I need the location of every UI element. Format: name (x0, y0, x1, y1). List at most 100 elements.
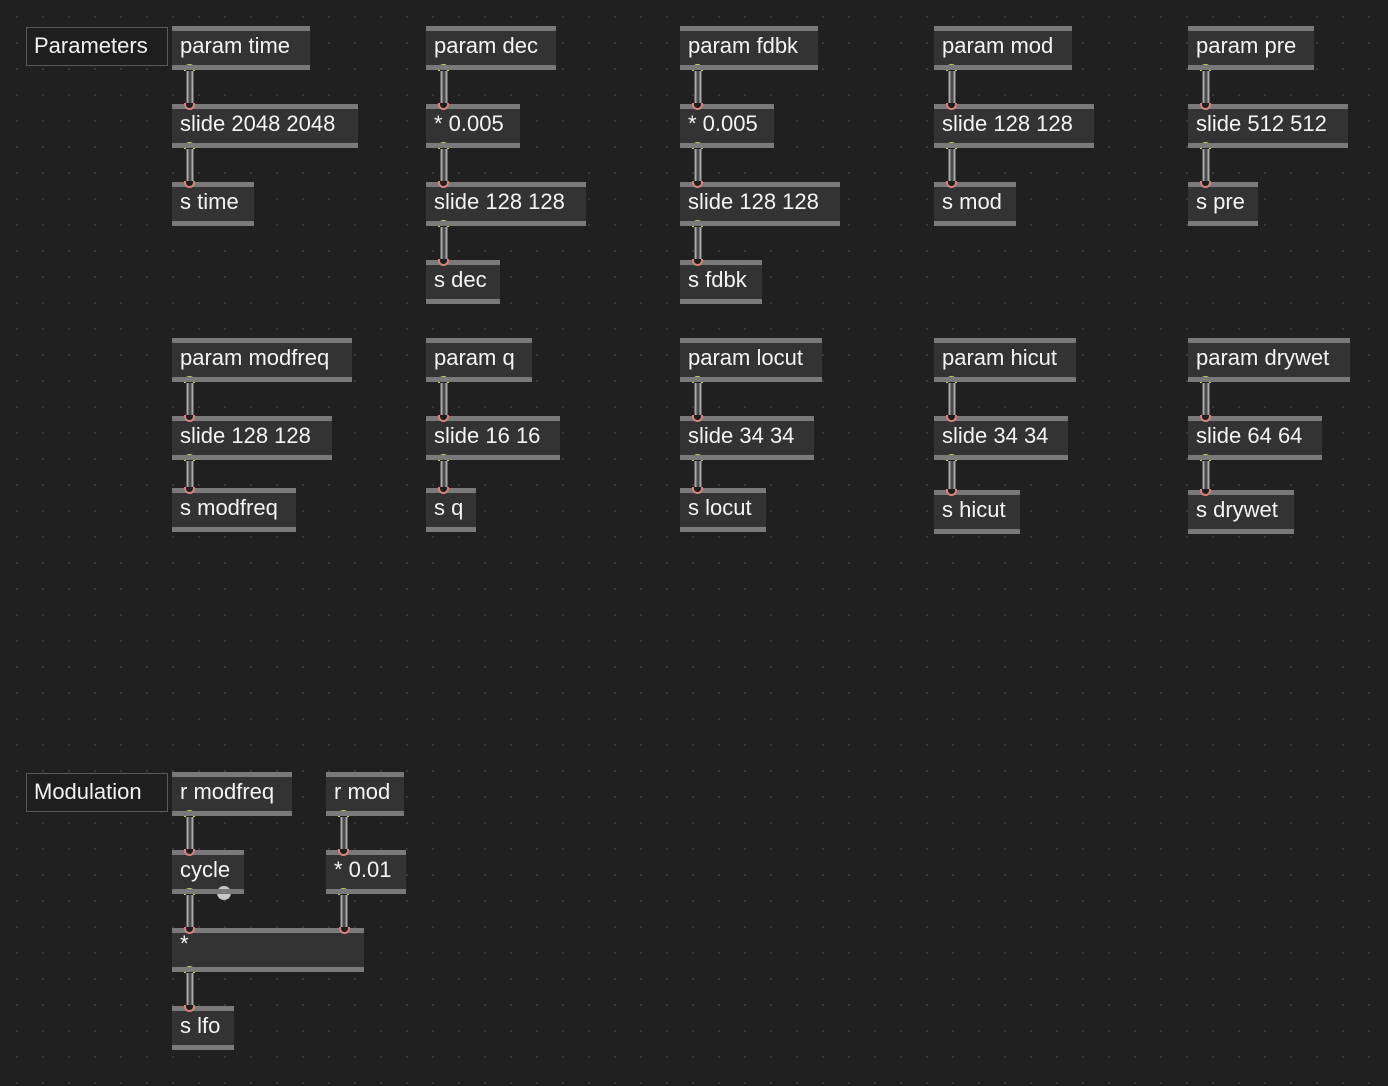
outlet-port[interactable] (438, 220, 449, 227)
slide-modfreq-object[interactable]: slide 128 128 (172, 415, 332, 461)
object-label: * 0.01 (334, 857, 392, 882)
object-label: s locut (688, 495, 752, 520)
inlet-port[interactable] (184, 103, 195, 110)
modulation-comment[interactable]: Modulation (26, 773, 168, 812)
param-mod-object[interactable]: param mod (934, 26, 1072, 71)
inlet-port[interactable] (946, 103, 957, 110)
outlet-port[interactable] (184, 454, 195, 461)
signal-outlet-port[interactable] (184, 888, 195, 895)
inlet-port[interactable] (184, 487, 195, 494)
param-modfreq-object[interactable]: param modfreq (172, 338, 352, 383)
outlet-port[interactable] (438, 64, 449, 71)
right-inlet-port[interactable] (339, 927, 350, 934)
inlet-port[interactable] (1200, 103, 1211, 110)
param-pre-object[interactable]: param pre (1188, 26, 1314, 71)
inlet-port[interactable] (946, 489, 957, 496)
left-inlet-port[interactable] (184, 927, 195, 934)
outlet-port[interactable] (692, 64, 703, 71)
cycle-object[interactable]: cycle (172, 849, 244, 900)
parameters-comment[interactable]: Parameters (26, 27, 168, 66)
param-hicut-object[interactable]: param hicut (934, 338, 1076, 383)
slide-dec-object[interactable]: slide 128 128 (426, 181, 586, 227)
inlet-port[interactable] (438, 103, 449, 110)
param-locut-object[interactable]: param locut (680, 338, 822, 383)
inlet-port[interactable] (1200, 489, 1211, 496)
outlet-port[interactable] (946, 64, 957, 71)
inlet-port[interactable] (438, 181, 449, 188)
send-lfo-object[interactable]: s lfo (172, 1005, 234, 1050)
multiply-lfo-object[interactable]: * (172, 927, 364, 973)
send-pre-object[interactable]: s pre (1188, 181, 1258, 226)
param-dec-object[interactable]: param dec (426, 26, 556, 71)
outlet-port[interactable] (1200, 64, 1211, 71)
inlet-port[interactable] (438, 487, 449, 494)
param-q-object[interactable]: param q (426, 338, 532, 383)
slide-fdbk-object[interactable]: slide 128 128 (680, 181, 840, 227)
outlet-port[interactable] (184, 142, 195, 149)
outlet-port[interactable] (438, 376, 449, 383)
outlet-port[interactable] (338, 810, 349, 817)
multiply-dec-object[interactable]: * 0.005 (426, 103, 520, 149)
multiply-mod-object[interactable]: * 0.01 (326, 849, 406, 895)
outlet-port[interactable] (692, 220, 703, 227)
inlet-port[interactable] (946, 181, 957, 188)
outlet-port[interactable] (1200, 454, 1211, 461)
outlet-port[interactable] (1200, 376, 1211, 383)
inlet-port[interactable] (184, 181, 195, 188)
object-label: * (180, 931, 189, 956)
inlet-port[interactable] (184, 415, 195, 422)
inlet-port[interactable] (692, 259, 703, 266)
outlet-port[interactable] (1200, 142, 1211, 149)
receive-modfreq-object[interactable]: r modfreq (172, 772, 292, 817)
slide-locut-object[interactable]: slide 34 34 (680, 415, 814, 461)
inlet-port[interactable] (692, 103, 703, 110)
outlet-port[interactable] (438, 142, 449, 149)
param-time-object[interactable]: param time (172, 26, 310, 71)
inlet-port[interactable] (184, 849, 195, 856)
outlet-port[interactable] (692, 142, 703, 149)
param-drywet-object[interactable]: param drywet (1188, 338, 1350, 383)
slide-time-object[interactable]: slide 2048 2048 (172, 103, 358, 149)
outlet-port[interactable] (184, 64, 195, 71)
outlet-port[interactable] (946, 376, 957, 383)
outlet-port[interactable] (184, 966, 195, 973)
outlet-port[interactable] (438, 454, 449, 461)
outlet-port[interactable] (692, 454, 703, 461)
outlet-port[interactable] (338, 888, 349, 895)
inlet-port[interactable] (438, 415, 449, 422)
slide-q-object[interactable]: slide 16 16 (426, 415, 560, 461)
inlet-port[interactable] (184, 1005, 195, 1012)
slide-mod-object[interactable]: slide 128 128 (934, 103, 1094, 149)
param-fdbk-object[interactable]: param fdbk (680, 26, 818, 71)
slide-drywet-object[interactable]: slide 64 64 (1188, 415, 1322, 461)
send-drywet-object[interactable]: s drywet (1188, 489, 1294, 534)
multiply-fdbk-object[interactable]: * 0.005 (680, 103, 774, 149)
outlet-port[interactable] (184, 376, 195, 383)
inlet-port[interactable] (1200, 181, 1211, 188)
phase-inlet-knob[interactable] (217, 886, 231, 900)
send-locut-object[interactable]: s locut (680, 487, 766, 532)
slide-pre-object[interactable]: slide 512 512 (1188, 103, 1348, 149)
inlet-port[interactable] (946, 415, 957, 422)
receive-mod-object[interactable]: r mod (326, 772, 404, 817)
inlet-port[interactable] (692, 415, 703, 422)
outlet-port[interactable] (184, 810, 195, 817)
send-hicut-object[interactable]: s hicut (934, 489, 1020, 534)
send-modfreq-object[interactable]: s modfreq (172, 487, 296, 532)
object-label: slide 128 128 (180, 423, 311, 448)
outlet-port[interactable] (946, 142, 957, 149)
inlet-port[interactable] (338, 849, 349, 856)
outlet-port[interactable] (692, 376, 703, 383)
inlet-port[interactable] (692, 487, 703, 494)
send-time-object[interactable]: s time (172, 181, 254, 226)
send-q-object[interactable]: s q (426, 487, 476, 532)
send-dec-object[interactable]: s dec (426, 259, 500, 304)
inlet-port[interactable] (692, 181, 703, 188)
inlet-port[interactable] (438, 259, 449, 266)
send-fdbk-object[interactable]: s fdbk (680, 259, 762, 304)
slide-hicut-object[interactable]: slide 34 34 (934, 415, 1068, 461)
send-mod-object[interactable]: s mod (934, 181, 1016, 226)
inlet-port[interactable] (1200, 415, 1211, 422)
outlet-port[interactable] (946, 454, 957, 461)
object-label: param dec (434, 33, 538, 58)
